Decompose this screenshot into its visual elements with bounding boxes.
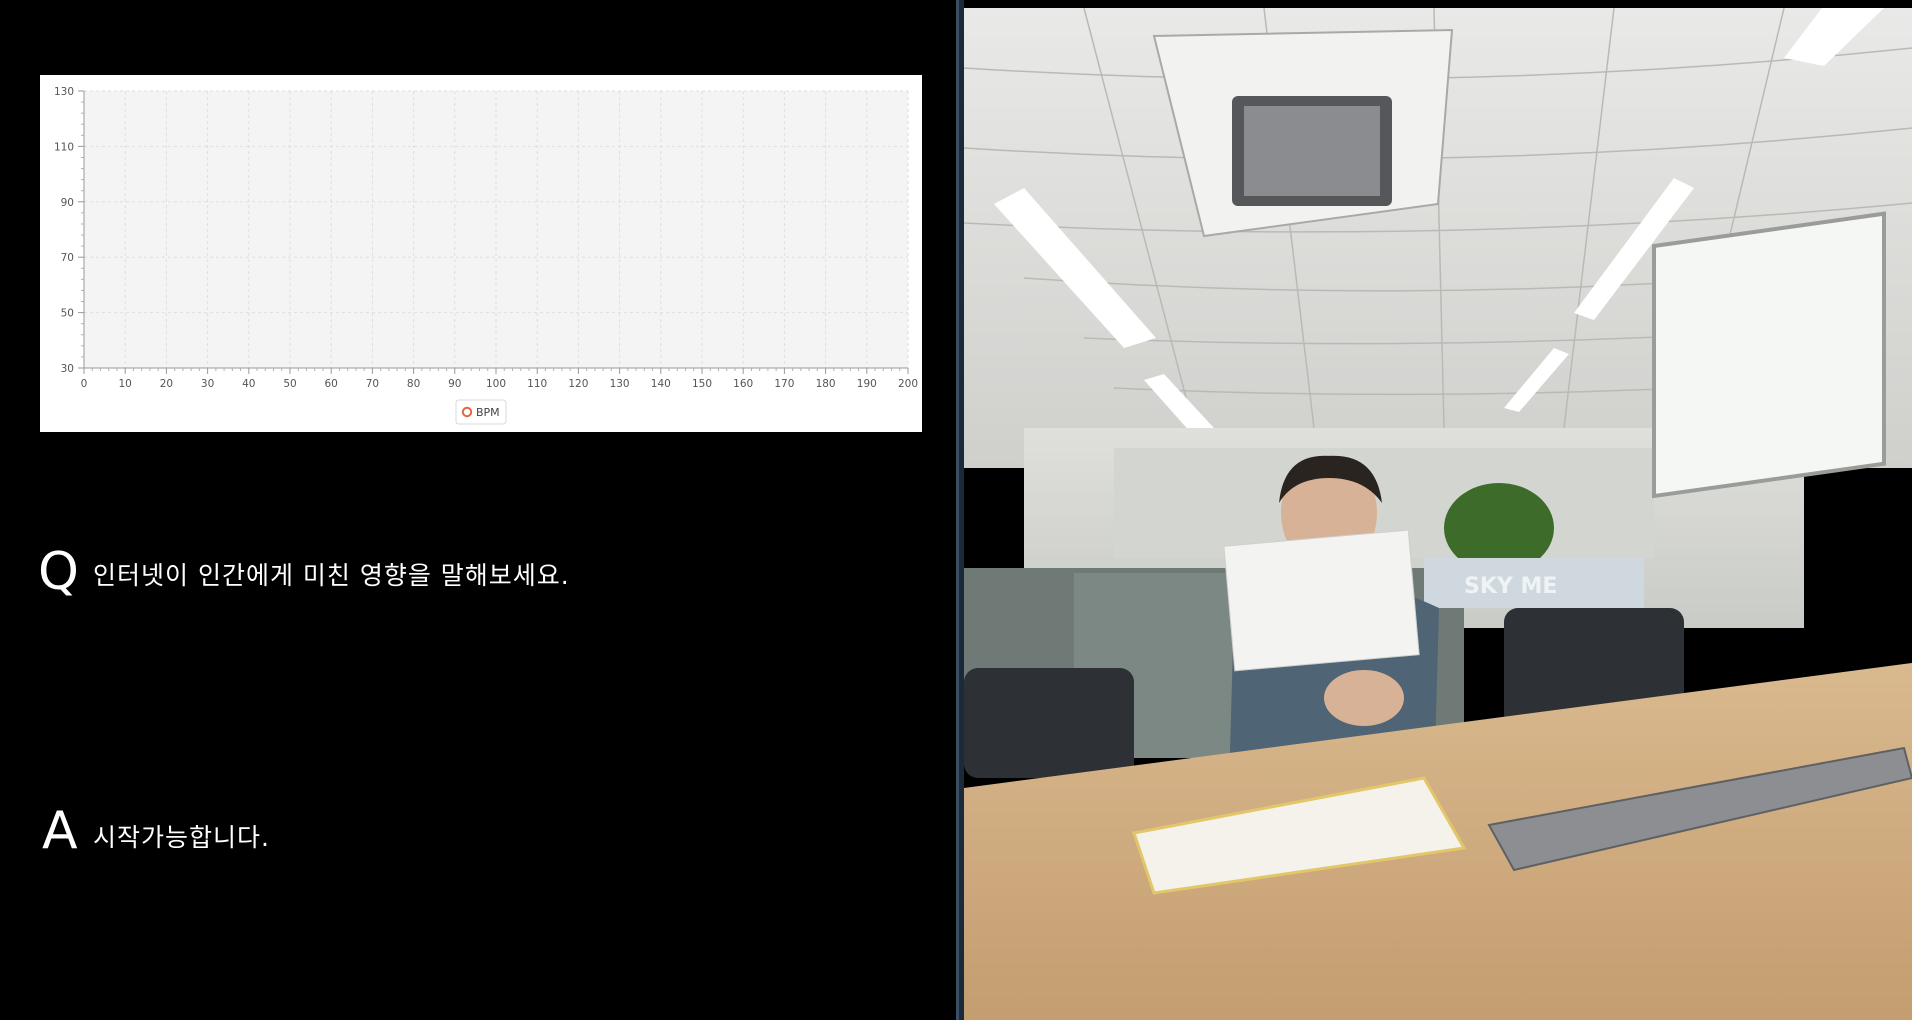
x-tick-label: 70 bbox=[366, 378, 379, 390]
y-tick-label: 50 bbox=[61, 308, 74, 320]
divider-edge bbox=[956, 0, 959, 1020]
x-tick-label: 180 bbox=[816, 378, 836, 390]
x-tick-label: 150 bbox=[692, 378, 712, 390]
x-tick-label: 20 bbox=[160, 378, 173, 390]
whiteboard bbox=[1652, 211, 1886, 499]
legend[interactable]: BPM bbox=[455, 399, 507, 425]
answer-letter: A bbox=[42, 801, 78, 861]
office-scene: SKY ME bbox=[964, 8, 1912, 1020]
x-tick-label: 60 bbox=[325, 378, 338, 390]
x-tick-label: 140 bbox=[651, 378, 671, 390]
x-tick-label: 120 bbox=[568, 378, 588, 390]
left-panel: 0 10 20 30 40 50 60 70 80 90 100 110 120 130 140 150 160… bbox=[0, 0, 956, 1020]
x-tick-label: 100 bbox=[486, 378, 506, 390]
x-tick-label: 170 bbox=[774, 378, 794, 390]
y-tick-label: 130 bbox=[54, 86, 74, 98]
answer-text: 시작가능합니다. bbox=[93, 823, 270, 852]
x-tick-label: 190 bbox=[857, 378, 877, 390]
legend-marker-icon bbox=[461, 406, 473, 418]
x-tick-label: 160 bbox=[733, 378, 753, 390]
y-tick-label: 30 bbox=[61, 363, 74, 375]
chair-left bbox=[964, 668, 1134, 778]
x-tick-label: 80 bbox=[407, 378, 420, 390]
panel-divider bbox=[956, 0, 964, 1020]
x-tick-label: 40 bbox=[242, 378, 255, 390]
question-text: 인터넷이 인간에게 미친 영향을 말해보세요. bbox=[93, 561, 570, 590]
x-tick-label: 10 bbox=[119, 378, 132, 390]
x-tick-labels: 0 10 20 30 40 50 60 70 80 90 100 110 120 130 140 150 160… bbox=[81, 378, 918, 390]
x-tick-label: 200 bbox=[898, 378, 918, 390]
x-tick-label: 110 bbox=[527, 378, 547, 390]
x-tick-label: 30 bbox=[201, 378, 214, 390]
x-tick-label: 0 bbox=[81, 378, 88, 390]
bpm-chart-svg: 0 10 20 30 40 50 60 70 80 90 100 110 120 130 140 150 160… bbox=[54, 86, 918, 425]
y-tick-label: 70 bbox=[61, 252, 74, 264]
y-tick-label: 110 bbox=[54, 141, 74, 153]
y-minor-ticks bbox=[78, 90, 84, 369]
bpm-chart: 0 10 20 30 40 50 60 70 80 90 100 110 120 130 140 150 160… bbox=[40, 75, 922, 432]
x-minor-ticks bbox=[83, 368, 909, 374]
x-tick-label: 90 bbox=[448, 378, 461, 390]
webcam-video: SKY ME bbox=[964, 8, 1912, 1020]
ac-unit bbox=[1152, 28, 1454, 238]
question-letter: Q bbox=[38, 542, 79, 602]
y-tick-labels: 130 110 90 70 50 30 bbox=[54, 86, 74, 375]
legend-label: BPM bbox=[476, 406, 500, 419]
x-tick-label: 130 bbox=[610, 378, 630, 390]
signage-text: SKY ME bbox=[1464, 574, 1557, 599]
x-tick-label: 50 bbox=[283, 378, 296, 390]
y-tick-label: 90 bbox=[61, 197, 74, 209]
